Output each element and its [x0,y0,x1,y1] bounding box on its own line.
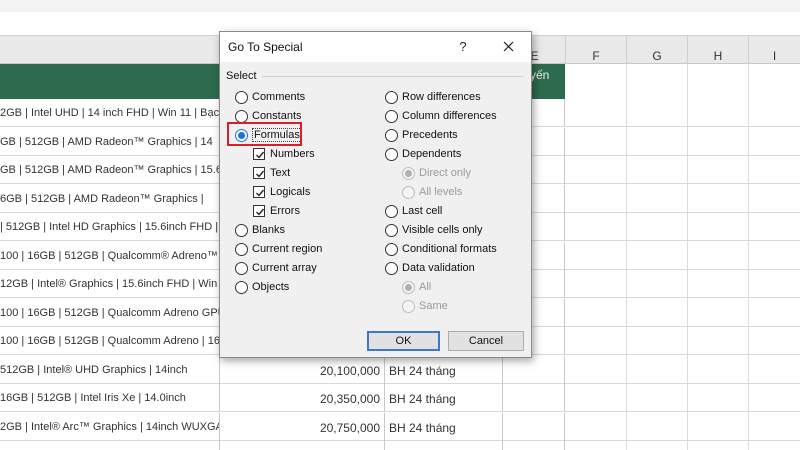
table-row[interactable]: 512GB | Intel® UHD Graphics | 14inch 20,1… [0,355,800,384]
column-header-g[interactable]: G [626,36,687,64]
option-label: Errors [270,205,300,217]
option-label: Row differences [402,91,481,103]
option-label: Text [270,167,291,179]
option-label: Current region [252,243,323,255]
option-label: Last cell [402,205,443,217]
empty-cell[interactable] [503,412,565,441]
formulas-highlight-box [227,122,302,146]
column-header-f[interactable]: F [565,36,626,64]
option-label: Same [419,300,448,312]
cancel-button[interactable]: Cancel [448,331,524,351]
option-label: Conditional formats [402,243,497,255]
radio-button[interactable] [235,91,248,104]
radio-button[interactable] [385,129,398,142]
dialog-title: Go To Special [228,40,303,54]
option-label: Direct only [419,167,471,179]
product-description-cell[interactable]: 512GB | Intel® UHD Graphics | 14inch [0,355,220,384]
checkmark-icon [256,208,265,216]
checkmark-icon [256,189,265,197]
ok-button[interactable]: OK [367,331,440,351]
warranty-cell[interactable]: BH 24 tháng [385,384,503,412]
option-label: Constants [252,110,302,122]
warranty-cell[interactable]: BH 24 tháng [385,355,503,384]
radio-button[interactable] [385,110,398,123]
radio-button[interactable] [385,224,398,237]
checkbox[interactable] [253,186,265,198]
checkbox[interactable] [253,148,265,160]
option-label: Logicals [270,186,311,198]
product-description-cell[interactable]: 12GB | Intel® Graphics | 15.6inch FHD | … [0,270,220,298]
help-button[interactable]: ? [452,36,474,58]
option-label: Dependents [402,148,462,160]
price-cell[interactable]: 20,100,000 [220,355,385,384]
table-row[interactable]: 16GB | 512GB | Intel Iris Xe | 14.0inch 2… [0,384,800,412]
price-cell[interactable]: 21,550,000 [220,441,385,450]
option-label: Visible cells only [402,224,483,236]
radio-button[interactable] [385,243,398,256]
empty-cell[interactable] [503,384,565,412]
column-header-i[interactable]: I [748,36,800,64]
option-label: Precedents [402,129,458,141]
ribbon-edge [0,0,800,12]
radio-button[interactable] [385,91,398,104]
option-label: Current array [252,262,317,274]
column-header-h[interactable]: H [687,36,748,64]
option-label: All [419,281,432,293]
close-button[interactable] [496,36,520,58]
radio-button-disabled [402,186,415,199]
price-cell[interactable]: 20,750,000 [220,412,385,441]
product-description-cell[interactable]: | 512GB | Intel HD Graphics | 15.6inch F… [0,213,220,241]
checkbox[interactable] [253,205,265,217]
warranty-cell[interactable]: BH 24 tháng [385,412,503,441]
radio-button[interactable] [235,243,248,256]
radio-button[interactable] [235,281,248,294]
product-description-cell[interactable]: 16GB | 512GB | Intel Iris Xe | 14.0inch [0,384,220,412]
product-description-cell[interactable]: 6GB | 512GB | AMD Radeon™ Graphics | [0,184,220,213]
radio-button[interactable] [235,262,248,275]
option-label: Objects [252,281,290,293]
select-group-label: Select [226,70,257,82]
checkmark-icon [256,151,265,159]
radio-button-disabled [402,281,415,294]
option-label: All levels [419,186,463,198]
product-description-cell[interactable]: GB | 512GB | AMD Radeon™ Graphics | 15.6 [0,156,220,184]
radio-button-disabled [402,300,415,313]
option-label: Numbers [270,148,315,160]
checkbox[interactable] [253,167,265,179]
checkmark-icon [256,170,265,178]
product-description-cell[interactable]: 100 | 16GB | 512GB | Qualcomm Adreno | 1… [0,327,220,355]
table-row[interactable]: 512GB | Intel® Arc™ Graphics | 14inch21,… [0,441,800,450]
group-divider [262,76,524,77]
product-description-cell[interactable]: 100 | 16GB | 512GB | Qualcomm® Adreno™ [0,241,220,270]
go-to-special-dialog: Go To Special ? Select Comments Constant… [219,31,532,358]
table-row[interactable]: 2GB | Intel® Arc™ Graphics | 14inch WUXG… [0,412,800,441]
radio-button[interactable] [385,262,398,275]
option-label: Comments [252,91,306,103]
radio-button-disabled [402,167,415,180]
close-icon [503,41,513,52]
empty-cell[interactable] [503,441,565,450]
option-label: Data validation [402,262,475,274]
product-description-cell[interactable]: 512GB | Intel® Arc™ Graphics | 14inch [0,441,220,450]
product-description-cell[interactable]: 2GB | Intel® Arc™ Graphics | 14inch WUXG… [0,412,220,441]
dialog-titlebar[interactable]: Go To Special ? [220,32,531,62]
option-label: Column differences [402,110,497,122]
empty-cell[interactable] [503,355,565,384]
radio-button[interactable] [385,205,398,218]
product-description-cell[interactable]: 100 | 16GB | 512GB | Qualcomm Adreno GPU [0,298,220,327]
header-cell-text: yến [530,68,550,82]
product-description-cell[interactable]: GB | 512GB | AMD Radeon™ Graphics | 14 [0,127,220,156]
radio-button[interactable] [385,148,398,161]
price-cell[interactable]: 20,350,000 [220,384,385,412]
warranty-cell[interactable] [385,441,503,450]
product-description-cell[interactable]: 2GB | Intel UHD | 14 inch FHD | Win 11 |… [0,99,220,127]
radio-button[interactable] [235,224,248,237]
option-label: Blanks [252,224,286,236]
